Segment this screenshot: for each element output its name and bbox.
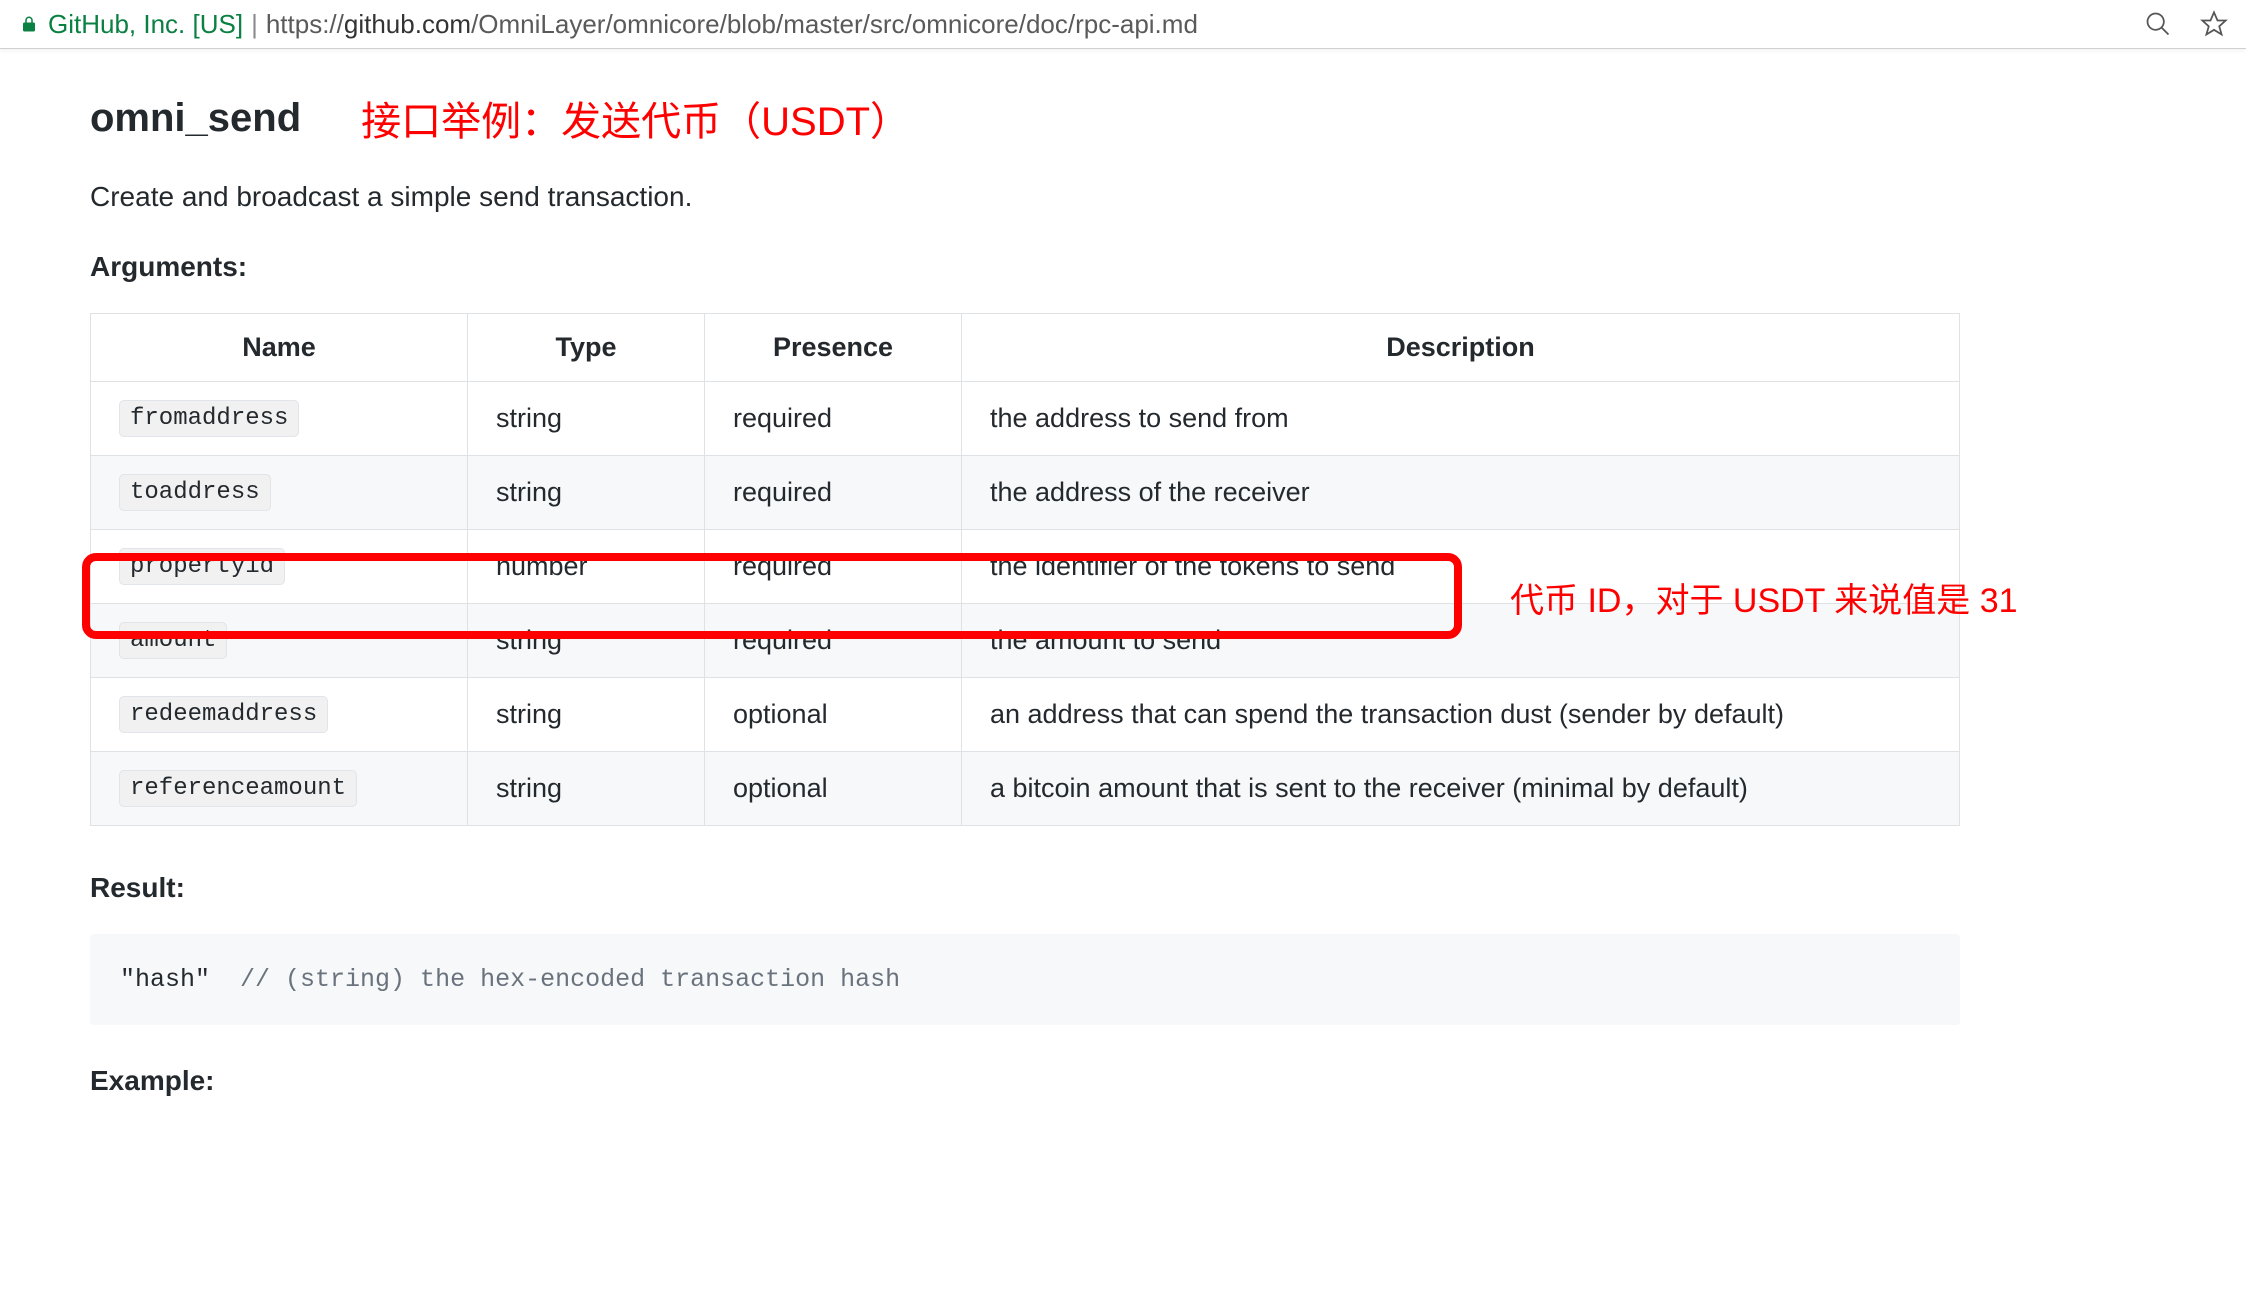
url-path: /OmniLayer/omnicore/blob/master/src/omni… (471, 9, 1198, 39)
arg-presence: optional (705, 752, 962, 826)
arg-presence: required (705, 530, 962, 604)
arguments-heading: Arguments: (90, 251, 2156, 283)
lock-icon (20, 13, 38, 35)
arguments-table: Name Type Presence Description fromaddre… (90, 313, 1960, 826)
section-description: Create and broadcast a simple send trans… (90, 181, 2156, 213)
arg-type: string (468, 678, 705, 752)
col-description: Description (962, 314, 1960, 382)
arg-type: string (468, 604, 705, 678)
result-comment: // (string) the hex-encoded transaction … (240, 965, 900, 994)
col-presence: Presence (705, 314, 962, 382)
document-body: omni_send 接口举例：发送代币（USDT） Create and bro… (0, 49, 2246, 1097)
col-type: Type (468, 314, 705, 382)
arg-description: an address that can spend the transactio… (962, 678, 1960, 752)
arg-name: amount (119, 622, 227, 659)
arg-presence: required (705, 456, 962, 530)
arg-name: redeemaddress (119, 696, 328, 733)
url-text: https://github.com/OmniLayer/omnicore/bl… (266, 9, 1198, 40)
arguments-table-wrap: Name Type Presence Description fromaddre… (90, 313, 2156, 826)
browser-address-bar[interactable]: GitHub, Inc. [US] | https://github.com/O… (0, 0, 2246, 49)
result-hash: "hash" (120, 965, 210, 994)
arg-name: fromaddress (119, 400, 299, 437)
arg-presence: required (705, 382, 962, 456)
title-annotation: 接口举例：发送代币（USDT） (361, 89, 910, 147)
table-head-row: Name Type Presence Description (91, 314, 1960, 382)
arg-name: toaddress (119, 474, 271, 511)
table-row: fromaddress string required the address … (91, 382, 1960, 456)
arg-description: a bitcoin amount that is sent to the rec… (962, 752, 1960, 826)
col-name: Name (91, 314, 468, 382)
section-title: omni_send (90, 96, 301, 141)
highlight-annotation: 代币 ID，对于 USDT 来说值是 31 (1510, 573, 2018, 622)
arg-presence: optional (705, 678, 962, 752)
separator: | (251, 9, 258, 40)
table-row: toaddress string required the address of… (91, 456, 1960, 530)
arg-type: string (468, 456, 705, 530)
arg-presence: required (705, 604, 962, 678)
url-host: github.com (344, 9, 471, 39)
table-row: redeemaddress string optional an address… (91, 678, 1960, 752)
arg-name: propertyid (119, 548, 285, 585)
star-icon[interactable] (2200, 10, 2228, 38)
result-code-block: "hash" // (string) the hex-encoded trans… (90, 934, 1960, 1025)
arg-type: string (468, 752, 705, 826)
zoom-icon[interactable] (2144, 10, 2172, 38)
url-protocol: https:// (266, 9, 344, 39)
arg-description: the address to send from (962, 382, 1960, 456)
example-heading: Example: (90, 1065, 2156, 1097)
arg-type: number (468, 530, 705, 604)
table-row: referenceamount string optional a bitcoi… (91, 752, 1960, 826)
result-heading: Result: (90, 872, 2156, 904)
site-identity: GitHub, Inc. [US] (48, 9, 243, 40)
arg-description: the address of the receiver (962, 456, 1960, 530)
arg-type: string (468, 382, 705, 456)
arg-name: referenceamount (119, 770, 357, 807)
